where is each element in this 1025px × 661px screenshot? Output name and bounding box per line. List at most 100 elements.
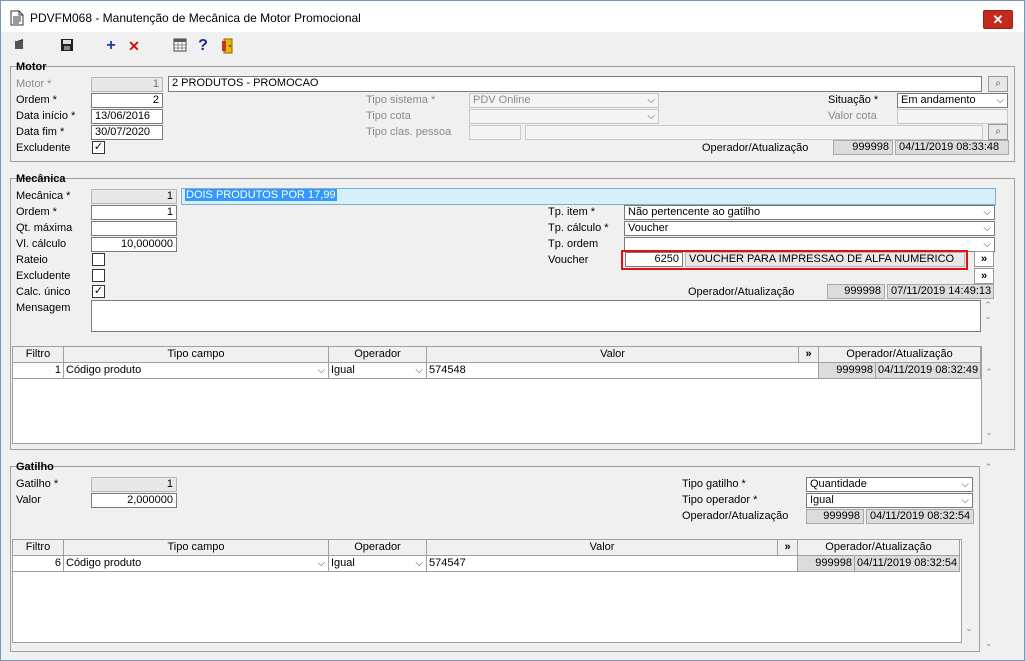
rateio-label: Rateio xyxy=(16,254,48,266)
mecanica-excludente-checkbox[interactable] xyxy=(92,269,105,282)
qt-maxima-field[interactable] xyxy=(91,221,177,236)
mensagem-label: Mensagem xyxy=(16,302,71,314)
gatilho-label: Gatilho * xyxy=(16,478,59,490)
voucher-expand-button[interactable]: » xyxy=(974,251,994,267)
table-row-operador-select[interactable]: Igual ⌵ xyxy=(329,363,427,379)
tipo-sistema-label: Tipo sistema * xyxy=(366,94,436,106)
scroll-down-icon[interactable]: ⌄ xyxy=(982,427,996,438)
table-row-filtro[interactable]: 1 xyxy=(13,363,64,379)
grid-header-expand[interactable]: » xyxy=(799,347,819,363)
vl-calculo-field[interactable]: 10,000000 xyxy=(91,237,177,252)
chevron-down-icon: ⌵ xyxy=(983,223,991,234)
grid-header-operador[interactable]: Operador xyxy=(329,347,427,363)
table-row-tipo-campo-select[interactable]: Código produto ⌵ xyxy=(64,556,329,572)
chevron-down-icon: ⌵ xyxy=(317,558,325,569)
tipo-clas-lookup-button[interactable]: ⌕ xyxy=(988,124,1008,140)
grid-header-expand[interactable]: » xyxy=(778,540,798,556)
tipo-clas-pessoa-label: Tipo clas. pessoa xyxy=(366,126,452,138)
motor-lookup-button[interactable]: ⌕ xyxy=(988,76,1008,92)
grid-header-valor[interactable]: Valor xyxy=(427,540,778,556)
ordem-label: Ordem * xyxy=(16,94,57,106)
voucher-code-field[interactable]: 6250 xyxy=(625,252,683,267)
grid-header-filtro[interactable]: Filtro xyxy=(13,540,64,556)
tipo-operador-select[interactable]: Igual ⌵ xyxy=(806,493,973,508)
chevron-down-icon: ⌵ xyxy=(961,495,969,506)
table-row-filtro[interactable]: 6 xyxy=(13,556,64,572)
tipo-gatilho-select[interactable]: Quantidade ⌵ xyxy=(806,477,973,492)
table-row-operador-select[interactable]: Igual ⌵ xyxy=(329,556,427,572)
situacao-select[interactable]: Em andamento ⌵ xyxy=(897,93,1008,108)
close-button[interactable]: ✕ xyxy=(983,10,1013,29)
tipo-clas-pessoa-desc-field[interactable] xyxy=(525,125,983,140)
voucher-description-field[interactable]: VOUCHER PARA IMPRESSAO DE ALFA NUMERICO xyxy=(685,252,965,267)
calc-unico-checkbox[interactable]: ✓ xyxy=(92,285,105,298)
help-icon[interactable]: ? xyxy=(195,38,211,54)
table-row-valor[interactable]: 574548 xyxy=(427,363,819,379)
motor-description-field[interactable]: 2 PRODUTOS - PROMOCAO xyxy=(168,76,982,92)
tp-calculo-select[interactable]: Voucher ⌵ xyxy=(624,221,995,236)
gatilho-grid-scrollbar[interactable]: ⌄ xyxy=(962,540,976,642)
data-fim-label: Data fim * xyxy=(16,126,65,138)
mecanica-grid-scrollbar[interactable]: ⌃ ⌄ xyxy=(982,347,996,443)
add-icon[interactable]: + xyxy=(103,38,119,54)
valor-cota-field[interactable] xyxy=(897,109,1008,124)
delete-icon[interactable]: ✕ xyxy=(126,38,142,54)
qt-maxima-label: Qt. máxima xyxy=(16,222,73,234)
motor-section-title: Motor xyxy=(16,61,47,73)
ordem-field[interactable]: 2 xyxy=(91,93,163,108)
scroll-up-icon[interactable]: ⌃ xyxy=(981,300,995,311)
data-fim-field[interactable]: 30/07/2020 xyxy=(91,125,163,140)
calendar-grid-icon[interactable] xyxy=(172,38,188,54)
voucher-expand-button-2[interactable]: » xyxy=(974,268,994,284)
data-inicio-field[interactable]: 13/06/2016 xyxy=(91,109,163,124)
mensagem-textarea[interactable] xyxy=(91,300,981,332)
grid-header-valor[interactable]: Valor xyxy=(427,347,799,363)
tp-ordem-label: Tp. ordem xyxy=(548,238,599,250)
chevron-down-icon: ⌵ xyxy=(983,207,991,218)
grid-header-filtro[interactable]: Filtro xyxy=(13,347,64,363)
tp-item-select[interactable]: Não pertencente ao gatilho ⌵ xyxy=(624,205,995,220)
scroll-up-icon[interactable]: ⌃ xyxy=(982,367,996,378)
motor-code-field[interactable]: 1 xyxy=(91,77,163,92)
voucher-label: Voucher xyxy=(548,254,589,266)
chevron-down-icon: ⌵ xyxy=(996,95,1004,106)
first-record-icon[interactable] xyxy=(12,38,28,54)
scroll-up-icon[interactable]: ⌃ xyxy=(981,462,996,473)
gatilho-code-field[interactable]: 1 xyxy=(91,477,177,492)
mecanica-description-field[interactable]: DOIS PRODUTOS POR 17,99 xyxy=(181,188,996,205)
gatilho-operador-code: 999998 xyxy=(806,509,864,524)
page-scrollbar[interactable]: ⌃ ⌄ xyxy=(981,460,996,654)
chevron-down-icon: ⌵ xyxy=(983,239,991,250)
scroll-down-icon[interactable]: ⌄ xyxy=(981,638,996,649)
exit-door-icon[interactable] xyxy=(220,38,236,54)
mecanica-operador-label: Operador/Atualização xyxy=(688,286,795,298)
scroll-down-icon[interactable]: ⌄ xyxy=(962,623,976,634)
excludente-checkbox[interactable]: ✓ xyxy=(92,141,105,154)
rateio-checkbox[interactable] xyxy=(92,253,105,266)
save-icon[interactable] xyxy=(59,38,75,54)
close-icon: ✕ xyxy=(992,12,1004,27)
grid-header-tipo-campo[interactable]: Tipo campo xyxy=(64,540,329,556)
mecanica-section-title: Mecânica xyxy=(16,173,66,185)
table-row-op-date: 04/11/2019 08:32:54 xyxy=(855,556,960,572)
tipo-clas-pessoa-code-field[interactable] xyxy=(469,125,521,140)
table-row-op-code: 999998 xyxy=(819,363,876,379)
mecanica-ordem-field[interactable]: 1 xyxy=(91,205,177,220)
grid-header-operador-atualizacao[interactable]: Operador/Atualização xyxy=(819,347,981,363)
tp-item-label: Tp. item * xyxy=(548,206,596,218)
grid-header-operador[interactable]: Operador xyxy=(329,540,427,556)
mecanica-excludente-label: Excludente xyxy=(16,270,71,282)
mensagem-scrollbar[interactable]: ⌃ ⌄ xyxy=(981,300,995,332)
excludente-label: Excludente xyxy=(16,142,71,154)
table-row-tipo-campo-select[interactable]: Código produto ⌵ xyxy=(64,363,329,379)
gatilho-valor-field[interactable]: 2,000000 xyxy=(91,493,177,508)
tipo-cota-select[interactable]: ⌵ xyxy=(469,109,659,124)
grid-header-operador-atualizacao[interactable]: Operador/Atualização xyxy=(798,540,960,556)
mecanica-code-field[interactable]: 1 xyxy=(91,189,177,204)
table-row-valor[interactable]: 574547 xyxy=(427,556,798,572)
gatilho-operador-date: 04/11/2019 08:32:54 xyxy=(866,509,974,524)
grid-header-tipo-campo[interactable]: Tipo campo xyxy=(64,347,329,363)
tipo-sistema-select[interactable]: PDV Online ⌵ xyxy=(469,93,659,108)
chevron-down-icon: ⌵ xyxy=(647,111,655,122)
scroll-down-icon[interactable]: ⌄ xyxy=(981,311,995,322)
